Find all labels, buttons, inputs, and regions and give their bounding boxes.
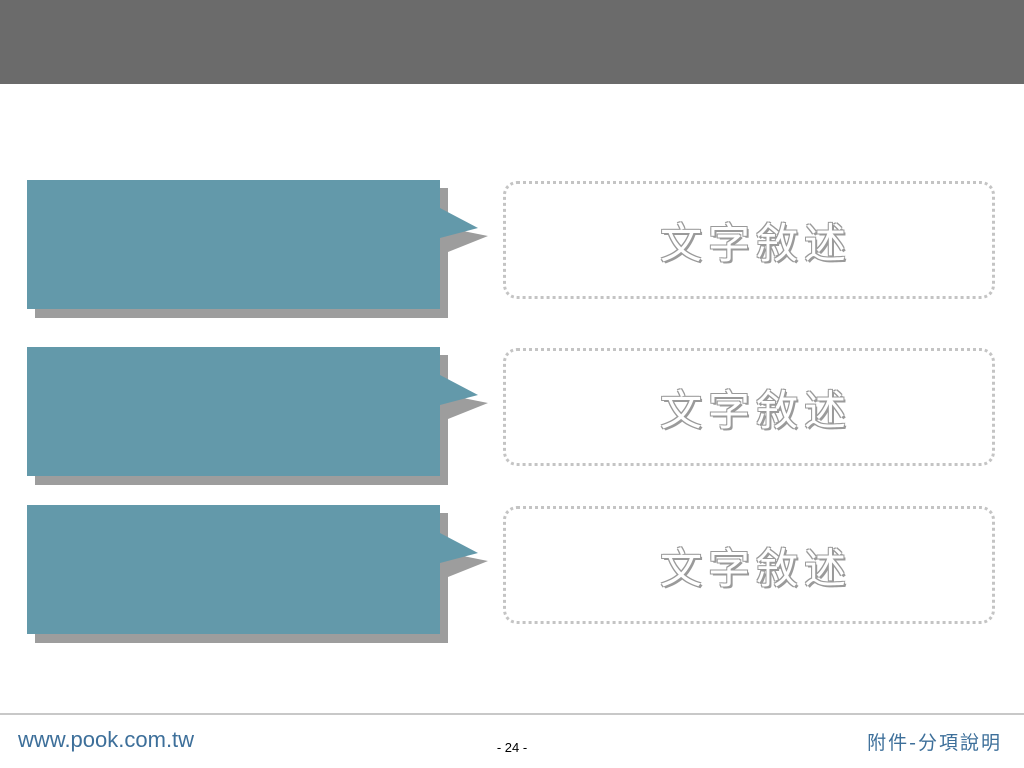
footer-section-note: 附件-分項說明 — [867, 732, 1002, 754]
description-text-1: 文字敘述 — [659, 218, 852, 268]
callout-label-1 — [27, 180, 440, 309]
description-box-3: 文字敘述 — [503, 506, 995, 624]
description-box-1: 文字敘述 — [503, 181, 995, 299]
header-bar — [0, 0, 1024, 84]
footer-divider — [0, 713, 1024, 715]
description-box-2: 文字敘述 — [503, 348, 995, 466]
item-row-2: 文字敘述 — [0, 345, 1024, 485]
item-row-3: 文字敘述 — [0, 503, 1024, 643]
item-row-1: 文字敘述 — [0, 178, 1024, 318]
callout-label-2 — [27, 347, 440, 476]
description-text-2: 文字敘述 — [659, 385, 852, 435]
callout-label-3 — [27, 505, 440, 634]
description-text-3: 文字敘述 — [659, 543, 852, 593]
